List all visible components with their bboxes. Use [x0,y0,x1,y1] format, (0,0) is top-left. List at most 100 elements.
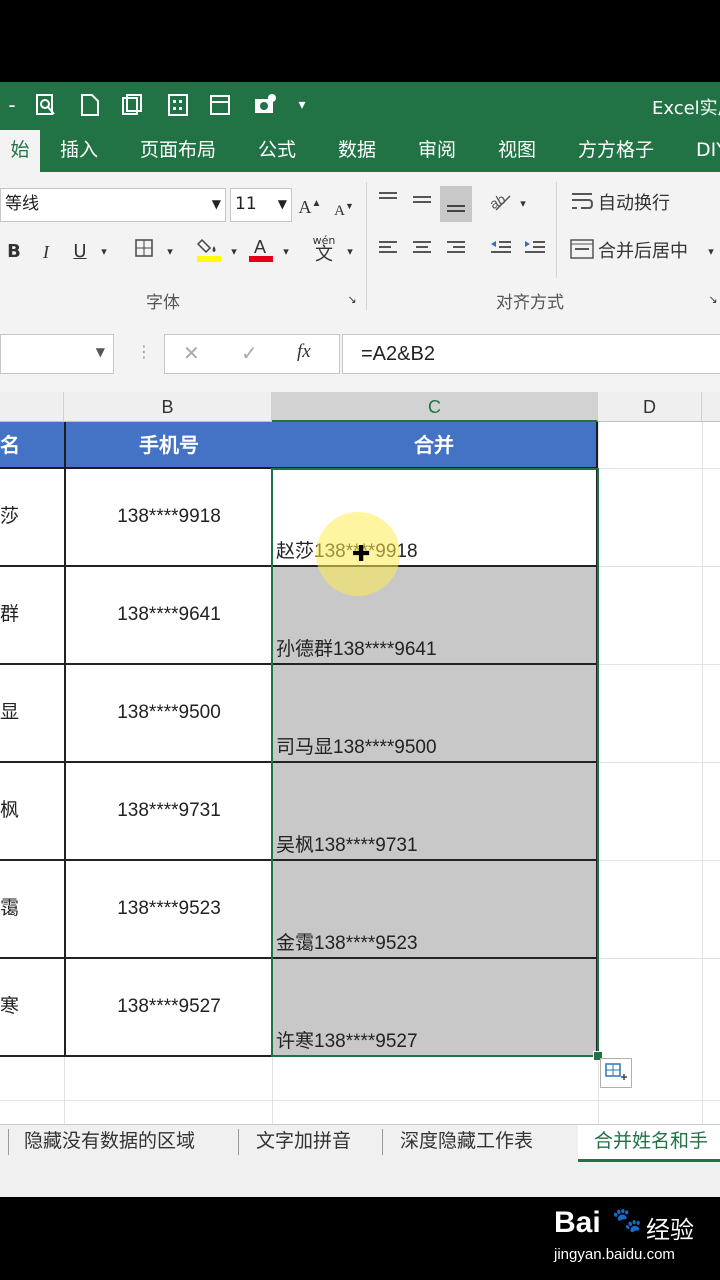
cell-a6[interactable]: 霭 [0,861,66,959]
formula-input[interactable]: =A2&B2 [342,334,720,374]
gridline [64,1056,65,1126]
divider [366,182,367,310]
cell-a5[interactable]: 枫 [0,763,66,861]
borders-icon[interactable] [132,238,156,267]
tab-data[interactable]: 数据 [338,130,376,172]
increase-indent-icon[interactable] [522,238,548,267]
font-color-icon[interactable]: A [248,234,274,273]
chevron-down-icon[interactable]: ▾ [96,238,112,266]
chevron-down-icon[interactable]: ▾ [704,238,718,266]
chevron-down-icon: ▼ [211,197,221,211]
align-middle-icon[interactable] [410,190,434,219]
wrap-text-icon[interactable] [568,190,596,221]
cell-c6[interactable]: 金霭138****9523 [272,861,598,959]
calculator-icon[interactable] [166,92,190,118]
align-left-icon[interactable] [376,238,400,267]
fill-color-icon[interactable] [196,234,222,273]
tab-review[interactable]: 审阅 [418,130,456,172]
dialog-launcher-icon[interactable]: ↘ [344,286,360,314]
grow-font-button[interactable]: A▲ [298,190,322,221]
tab-diy[interactable]: DIY [696,130,720,172]
col-header-e[interactable] [702,392,720,422]
font-size-dropdown[interactable]: 11 ▼ [230,188,292,222]
shrink-font-button[interactable]: A▼ [332,192,356,225]
cancel-icon[interactable]: ✕ [183,341,200,365]
print-preview-icon[interactable] [34,92,58,118]
ribbon: 等线 ▼ 11 ▼ A▲ A▼ B I U ▾ ▾ ▾ A ▾ wén 文 ▾ 字… [0,172,720,319]
italic-button[interactable]: I [36,238,56,266]
cell-c6-text: 金霭138****9523 [276,933,418,954]
underline-button[interactable]: U [70,238,90,266]
font-name-value: 等线 [5,194,39,214]
cell-a3[interactable]: 群 [0,567,66,665]
cell-b3[interactable]: 138****9641 [64,567,274,665]
header-cell-merge[interactable]: 合并 [272,422,598,469]
align-top-icon[interactable] [376,190,400,219]
gridline [0,1100,720,1101]
merge-center-label[interactable]: 合并后居中 [598,238,688,266]
tab-insert[interactable]: 插入 [60,130,98,172]
camera-icon[interactable] [252,92,276,118]
watermark-brand-cn: 经验 [646,1216,694,1244]
header-cell-phone[interactable]: 手机号 [64,422,274,469]
phonetic-guide-button[interactable]: wén 文 [308,234,340,264]
sheet-tab-merge-name-phone[interactable]: 合并姓名和手 [578,1125,720,1162]
decrease-indent-icon[interactable] [488,238,514,267]
orientation-icon[interactable]: ab [487,190,514,221]
sheet-tab-pinyin[interactable]: 文字加拼音 [256,1125,351,1159]
tab-home[interactable]: 始 [0,130,40,172]
window-icon[interactable] [208,92,232,118]
merge-center-icon[interactable] [568,238,596,269]
customize-qat-icon[interactable]: ▾ [290,92,314,118]
cell-c4[interactable]: 司马显138****9500 [272,665,598,763]
cell-b5[interactable]: 138****9731 [64,763,274,861]
chevron-down-icon[interactable]: ▾ [516,190,530,218]
cell-c4-text: 司马显138****9500 [276,737,437,758]
cell-c3[interactable]: 孙德群138****9641 [272,567,598,665]
quick-analysis-icon[interactable] [600,1058,632,1088]
chevron-down-icon[interactable]: ▾ [278,238,294,266]
minimize-icon[interactable]: - [0,92,24,118]
chevron-down-icon[interactable]: ▾ [226,238,242,266]
enter-icon[interactable]: ✓ [241,341,258,365]
cell-b7[interactable]: 138****9527 [64,959,274,1057]
gridline [598,958,720,959]
ribbon-tabs: 始 插入 页面布局 公式 数据 审阅 视图 方方格子 DIY [0,130,720,172]
sheet-tab-hide-empty[interactable]: 隐藏没有数据的区域 [24,1125,195,1159]
cell-b6[interactable]: 138****9523 [64,861,274,959]
name-box[interactable]: ▼ [0,334,114,374]
tab-formulas[interactable]: 公式 [258,130,296,172]
new-file-icon[interactable] [78,92,102,118]
formula-buttons: ✕ ✓ fx [164,334,340,374]
dialog-launcher-icon[interactable]: ↘ [706,286,720,314]
cell-b4[interactable]: 138****9500 [64,665,274,763]
align-center-icon[interactable] [410,238,434,267]
cell-c5[interactable]: 吴枫138****9731 [272,763,598,861]
align-bottom-icon[interactable] [440,186,472,222]
sheet-tab-deep-hide[interactable]: 深度隐藏工作表 [400,1125,533,1159]
font-name-dropdown[interactable]: 等线 ▼ [0,188,226,222]
grip-icon: ⋮ [136,342,152,361]
cell-c7[interactable]: 许寒138****9527 [272,959,598,1057]
divider [8,1129,9,1155]
wrap-text-label[interactable]: 自动换行 [598,190,670,218]
col-header-d[interactable]: D [598,392,702,422]
cell-a7[interactable]: 寒 [0,959,66,1057]
align-right-icon[interactable] [444,238,468,267]
insert-function-button[interactable]: fx [297,341,311,363]
cell-a4[interactable]: 显 [0,665,66,763]
col-header-a[interactable] [0,392,64,422]
col-header-c[interactable]: C [272,392,598,422]
chevron-down-icon[interactable]: ▾ [342,238,358,266]
tab-view[interactable]: 视图 [498,130,536,172]
cell-b2[interactable]: 138****9918 [64,469,274,567]
tab-ffgz[interactable]: 方方格子 [578,130,654,172]
bold-button[interactable]: B [4,238,24,266]
col-header-b[interactable]: B [64,392,272,422]
baidu-watermark: Bai 🐾 经验 jingyan.baidu.com [554,1202,714,1272]
cell-a2[interactable]: 莎 [0,469,66,567]
copy-format-icon[interactable] [120,92,144,118]
chevron-down-icon[interactable]: ▾ [162,238,178,266]
header-cell-name[interactable]: 名 [0,422,66,469]
tab-page-layout[interactable]: 页面布局 [140,130,216,172]
